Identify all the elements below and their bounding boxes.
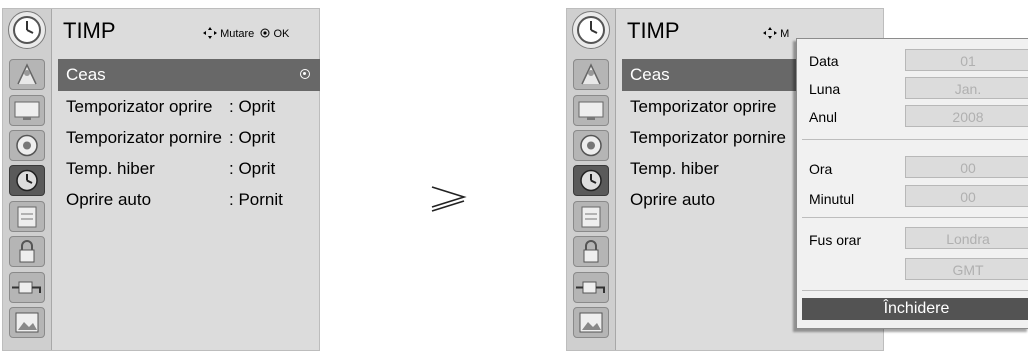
navigation-hint: Mutare OK <box>203 27 289 40</box>
four-way-arrow-icon <box>763 27 777 39</box>
clock-icon[interactable] <box>573 165 609 196</box>
year-field[interactable]: 2008 <box>905 105 1028 127</box>
minute-label: Minutul <box>809 191 855 207</box>
menu-item-label: Ceas <box>630 65 670 84</box>
menu-item-temp-hiber[interactable]: Temp. hiber : Oprit <box>58 153 320 184</box>
clock-settings-popup: Data 01 Luna Jan. Anul 2008 Ora 00 Minut… <box>796 38 1028 329</box>
minute-field[interactable]: 00 <box>905 185 1028 207</box>
year-label: Anul <box>809 109 838 125</box>
page-title: TIMP <box>627 18 680 43</box>
divider <box>802 290 1028 291</box>
menu-item-value: : Pornit <box>229 190 283 209</box>
clock-icon[interactable] <box>8 11 46 49</box>
schedule-icon[interactable] <box>573 201 609 232</box>
menu-item-value: : Oprit <box>229 159 276 178</box>
speaker-icon[interactable] <box>573 130 609 161</box>
menu-item-temporizator-pornire[interactable]: Temporizator pornire : Oprit <box>58 122 320 153</box>
menu-item-label: Temporizator oprire <box>630 97 777 116</box>
menu-item-label: Oprire auto <box>630 190 716 209</box>
menu-item-label: Temporizator pornire <box>630 128 786 147</box>
timp-menu-panel: TIMP Mutare OK Ceas Temporizator oprire … <box>2 8 320 351</box>
ok-dot-icon <box>300 69 310 79</box>
antenna-icon[interactable] <box>573 59 609 90</box>
menu-item-value: : Oprit <box>229 128 276 147</box>
menu-item-temporizator-oprire[interactable]: Temporizator oprire : Oprit <box>58 91 320 122</box>
divider <box>802 217 1028 218</box>
menu-item-value: : Oprit <box>229 97 276 116</box>
menu-item-label: Temp. hiber <box>630 159 719 178</box>
date-field[interactable]: 01 <box>905 49 1028 71</box>
month-label: Luna <box>809 81 841 97</box>
move-hint-label: M <box>780 28 790 40</box>
hour-field[interactable]: 00 <box>905 156 1028 178</box>
clock-icon[interactable] <box>9 165 45 196</box>
menu-item-label: Temporizator pornire <box>66 128 222 147</box>
speaker-icon[interactable] <box>9 130 45 161</box>
transition-arrow-icon <box>431 186 467 212</box>
schedule-icon[interactable] <box>9 201 45 232</box>
lock-icon[interactable] <box>573 236 609 267</box>
plug-icon[interactable] <box>573 272 609 303</box>
lock-icon[interactable] <box>9 236 45 267</box>
monitor-icon[interactable] <box>573 95 609 126</box>
ok-dot-icon <box>260 28 270 38</box>
antenna-icon[interactable] <box>9 59 45 90</box>
monitor-icon[interactable] <box>9 95 45 126</box>
photo-icon[interactable] <box>9 307 45 338</box>
plug-icon[interactable] <box>9 272 45 303</box>
photo-icon[interactable] <box>573 307 609 338</box>
menu-item-ceas[interactable]: Ceas <box>58 59 320 91</box>
date-label: Data <box>809 53 839 69</box>
clock-icon[interactable] <box>572 11 610 49</box>
category-sidebar <box>3 9 52 350</box>
timezone-offset-field[interactable]: GMT <box>905 258 1028 280</box>
navigation-hint: M <box>763 27 789 40</box>
menu-item-label: Temp. hiber <box>66 159 155 178</box>
menu-item-oprire-auto[interactable]: Oprire auto : Pornit <box>58 184 320 215</box>
timezone-label: Fus orar <box>809 232 862 248</box>
close-button[interactable]: Închidere <box>802 298 1028 320</box>
menu-item-label: Oprire auto <box>66 190 152 209</box>
timezone-city-field[interactable]: Londra <box>905 227 1028 249</box>
ok-hint-label: OK <box>273 28 290 40</box>
menu-item-label: Temporizator oprire <box>66 97 213 116</box>
category-sidebar <box>567 9 616 350</box>
move-hint-label: Mutare <box>220 28 255 40</box>
hour-label: Ora <box>809 161 833 177</box>
divider <box>802 139 1028 140</box>
menu-item-label: Ceas <box>66 65 106 84</box>
month-field[interactable]: Jan. <box>905 77 1028 99</box>
four-way-arrow-icon <box>203 27 217 39</box>
timp-menu-list: Ceas Temporizator oprire : Oprit Tempori… <box>58 59 320 215</box>
page-title: TIMP <box>63 18 116 43</box>
